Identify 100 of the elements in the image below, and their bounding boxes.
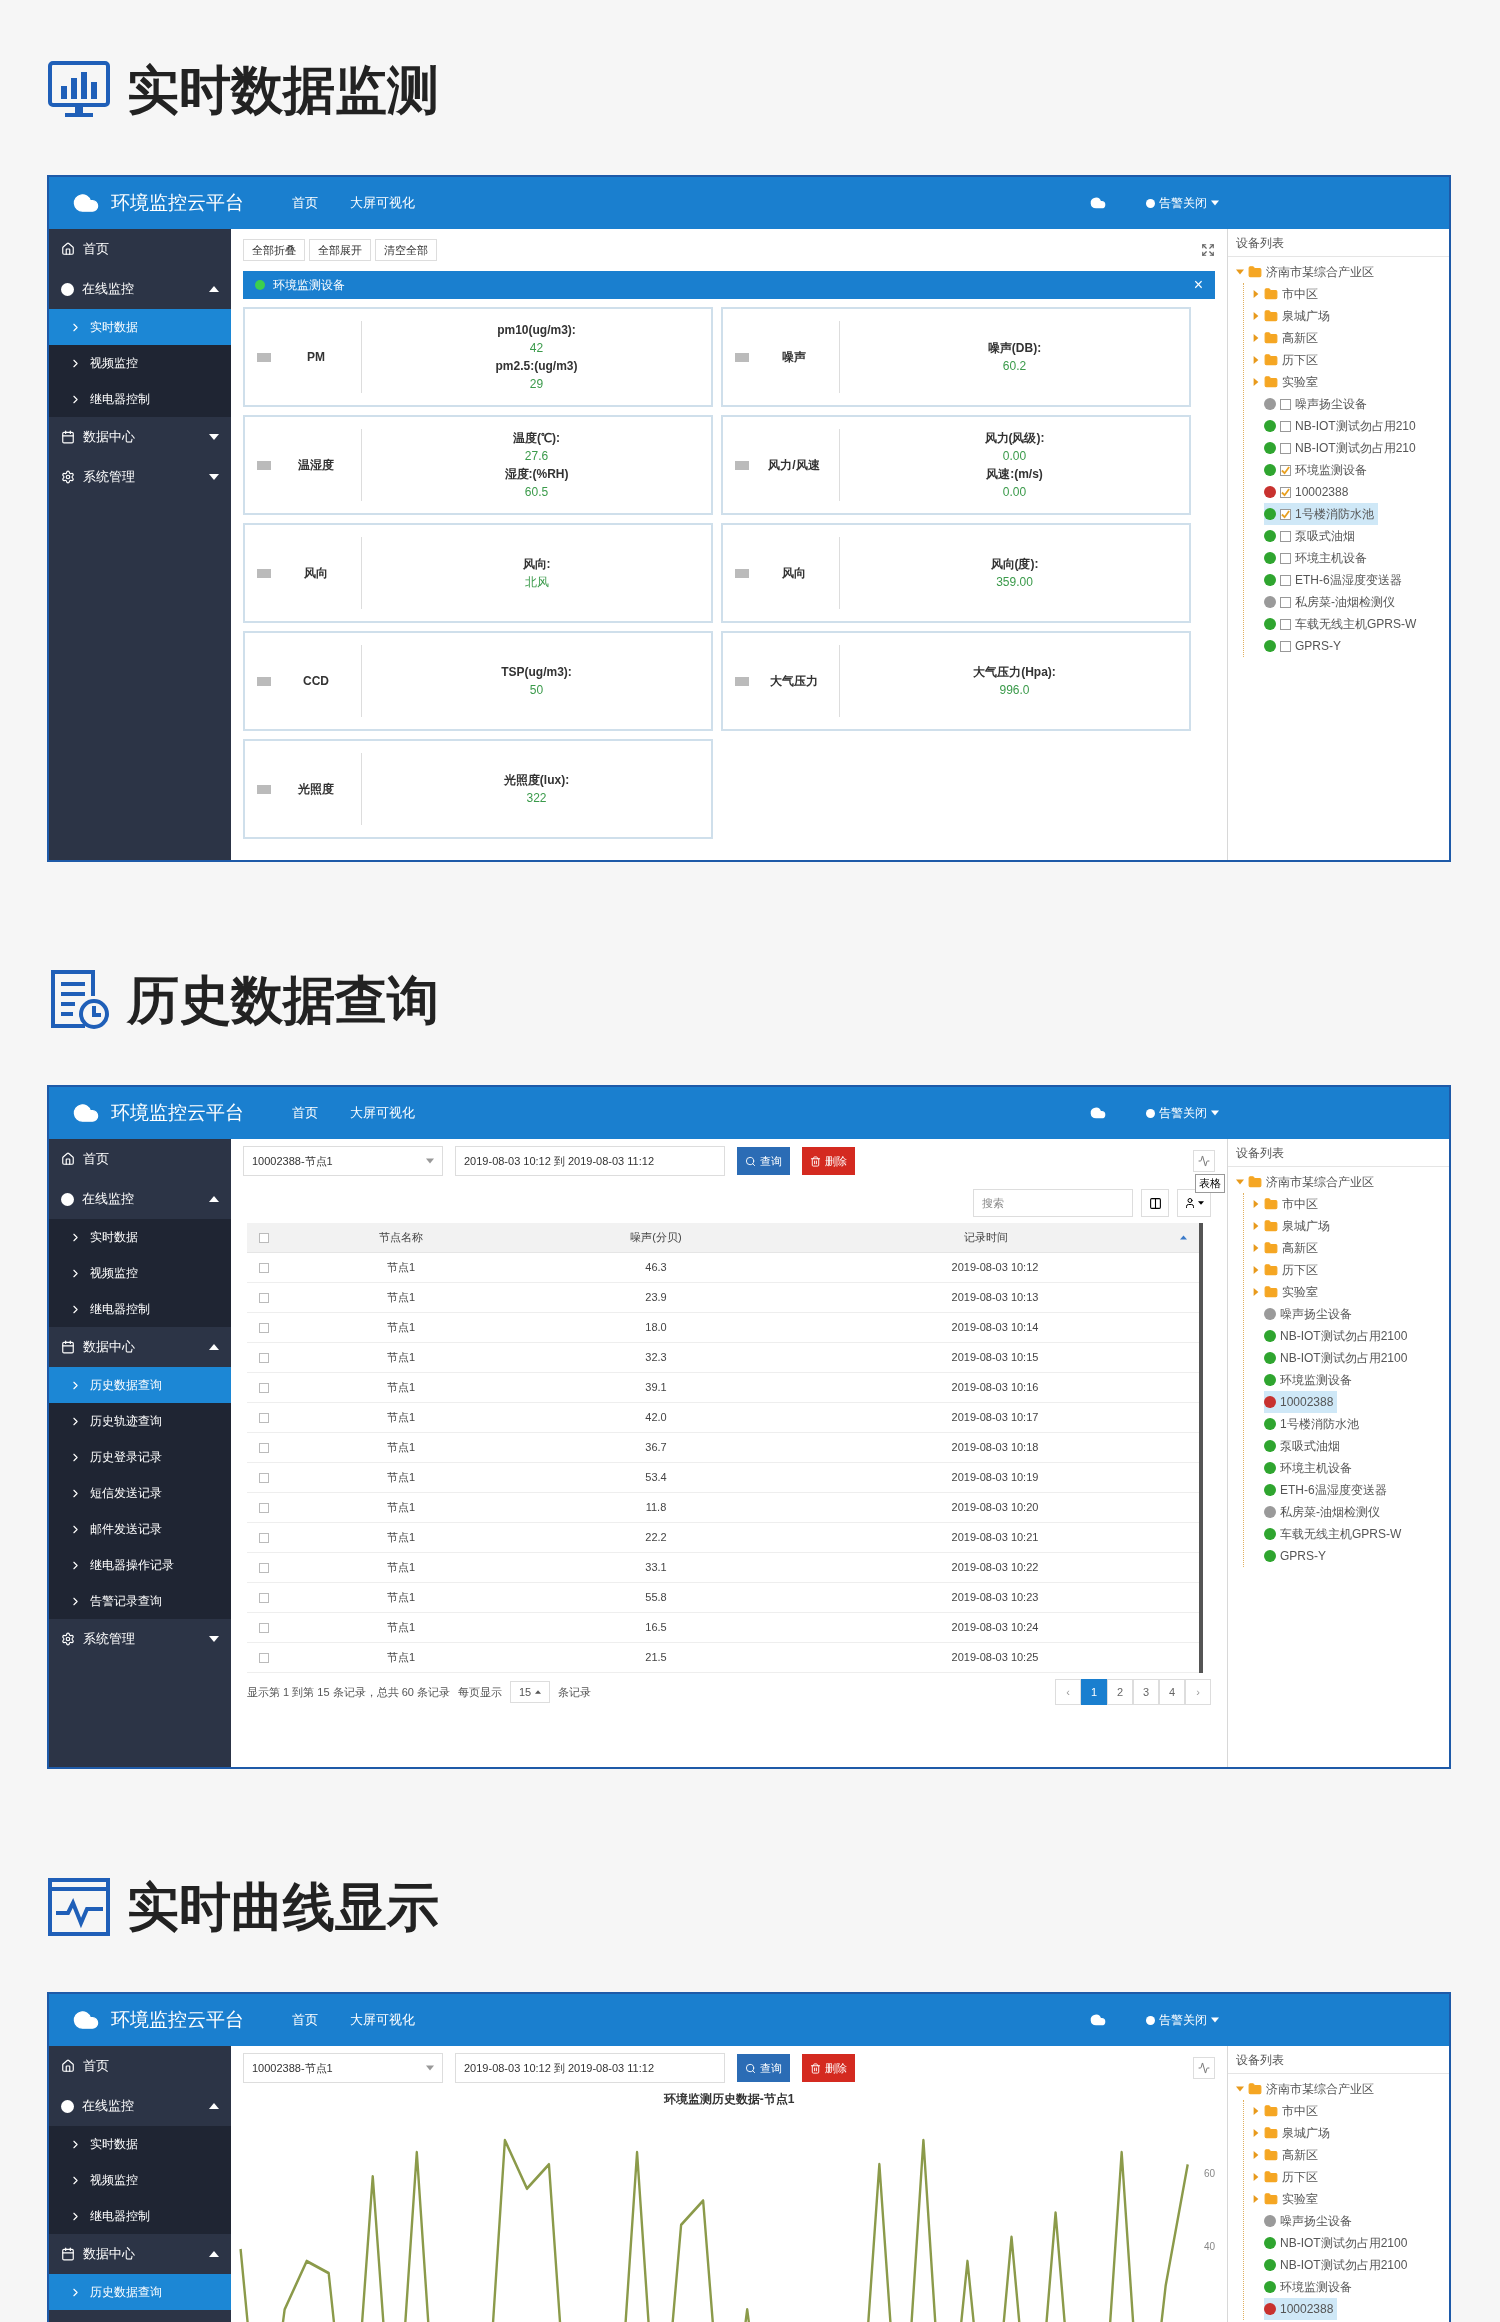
toolbar-button[interactable]: 清空全部 xyxy=(375,239,437,261)
date-range-field[interactable]: 2019-08-03 10:12 到 2019-08-03 11:12 xyxy=(455,1146,725,1176)
tree-node[interactable]: 泵吸式油烟 xyxy=(1264,525,1359,547)
nav-link[interactable]: 首页 xyxy=(292,193,318,213)
tree-node[interactable]: ETH-6温湿度变送器 xyxy=(1264,569,1406,591)
chart-toggle-button[interactable] xyxy=(1193,1150,1215,1172)
tree-node[interactable]: 泉城广场 xyxy=(1252,2122,1449,2144)
tree-node[interactable]: 私房菜-油烟检测仪 xyxy=(1264,1501,1384,1523)
sidebar-subitem[interactable]: 实时数据 xyxy=(49,1219,231,1255)
column-header[interactable]: 噪声(分贝) xyxy=(521,1229,791,1246)
sidebar-subitem[interactable]: 视频监控 xyxy=(49,345,231,381)
tree-node[interactable]: 市中区 xyxy=(1252,2100,1449,2122)
tree-node[interactable]: NB-IOT测试勿占用210 xyxy=(1264,415,1420,437)
tree-node[interactable]: 历下区 xyxy=(1252,2166,1449,2188)
page-size-select[interactable]: 15 xyxy=(509,1681,551,1703)
sidebar-subitem[interactable]: 继电器操作记录 xyxy=(49,1547,231,1583)
sidebar-subitem[interactable]: 实时数据 xyxy=(49,309,231,345)
tree-node[interactable]: 环境监测设备 xyxy=(1264,459,1371,481)
tree-node[interactable]: 济南市某综合产业区 xyxy=(1236,261,1449,283)
nav-link[interactable]: 大屏可视化 xyxy=(350,1103,415,1123)
tree-node[interactable]: NB-IOT测试勿占用2100 xyxy=(1264,1347,1412,1369)
sidebar-item[interactable]: 数据中心 xyxy=(49,2234,231,2274)
tree-node[interactable]: 环境主机设备 xyxy=(1264,1457,1356,1479)
tree-node[interactable]: 历下区 xyxy=(1252,349,1449,371)
page-button[interactable]: 1 xyxy=(1081,1679,1107,1705)
cloud-icon[interactable] xyxy=(1090,2012,1106,2028)
checkbox[interactable] xyxy=(1280,640,1291,652)
tree-node[interactable]: 1号楼消防水池 xyxy=(1264,503,1378,525)
checkbox[interactable] xyxy=(259,1292,269,1303)
tree-node[interactable]: 私房菜-油烟检测仪 xyxy=(1264,591,1399,613)
tree-node[interactable]: 噪声扬尘设备 xyxy=(1264,393,1371,415)
tree-node[interactable]: 泵吸式油烟 xyxy=(1264,1435,1344,1457)
tree-node[interactable]: NB-IOT测试勿占用210 xyxy=(1264,437,1420,459)
nav-link[interactable]: 大屏可视化 xyxy=(350,193,415,213)
tree-node[interactable]: 1号楼消防水池 xyxy=(1264,1413,1363,1435)
tree-node[interactable]: 10002388 xyxy=(1264,1391,1338,1413)
tree-node[interactable]: 高新区 xyxy=(1252,327,1449,349)
export-button[interactable] xyxy=(1177,1189,1211,1217)
tree-node[interactable]: 实验室 xyxy=(1252,371,1449,393)
tree-node[interactable]: GPRS-Y xyxy=(1264,635,1345,657)
tree-node[interactable]: NB-IOT测试勿占用2100 xyxy=(1264,1325,1412,1347)
tree-node[interactable]: GPRS-Y xyxy=(1264,1545,1330,1567)
alarm-dropdown[interactable]: 告警关闭 xyxy=(1146,2011,1219,2029)
checkbox[interactable] xyxy=(259,1382,269,1393)
checkbox[interactable] xyxy=(259,1472,269,1483)
delete-button[interactable]: 删除 xyxy=(802,2054,855,2082)
date-range-field[interactable]: 2019-08-03 10:12 到 2019-08-03 11:12 xyxy=(455,2053,725,2083)
checkbox[interactable] xyxy=(259,1562,269,1573)
sidebar-subitem[interactable]: 实时数据 xyxy=(49,2126,231,2162)
tree-node[interactable]: ETH-6温湿度变送器 xyxy=(1264,1479,1391,1501)
checkbox[interactable] xyxy=(259,1622,269,1633)
sidebar-subitem[interactable]: 历史轨迹查询 xyxy=(49,1403,231,1439)
tree-node[interactable]: NB-IOT测试勿占用2100 xyxy=(1264,2232,1412,2254)
checkbox[interactable] xyxy=(259,1322,269,1333)
sidebar-item[interactable]: 在线监控 xyxy=(49,2086,231,2126)
tree-node[interactable]: 泉城广场 xyxy=(1252,1215,1449,1237)
sidebar-item[interactable]: 数据中心 xyxy=(49,417,231,457)
tree-node[interactable]: 实验室 xyxy=(1252,1281,1449,1303)
tree-node[interactable]: 高新区 xyxy=(1252,1237,1449,1259)
checkbox[interactable] xyxy=(1280,398,1291,410)
checkbox[interactable] xyxy=(1280,442,1291,454)
query-button[interactable]: 查询 xyxy=(737,2054,790,2082)
sidebar-subitem[interactable]: 继电器控制 xyxy=(49,2198,231,2234)
sidebar-subitem[interactable]: 视频监控 xyxy=(49,1255,231,1291)
tree-node[interactable]: 市中区 xyxy=(1252,1193,1449,1215)
checkbox[interactable] xyxy=(1280,420,1291,432)
sidebar-subitem[interactable]: 历史数据查询 xyxy=(49,2274,231,2310)
checkbox[interactable] xyxy=(1280,574,1291,586)
page-button[interactable]: 2 xyxy=(1107,1679,1133,1705)
checkbox[interactable] xyxy=(259,1352,269,1363)
tree-node[interactable]: 车载无线主机GPRS-W xyxy=(1264,1523,1406,1545)
tree-node[interactable]: NB-IOT测试勿占用2100 xyxy=(1264,2254,1412,2276)
sidebar-subitem[interactable]: 历史登录记录 xyxy=(49,1439,231,1475)
tree-node[interactable]: 高新区 xyxy=(1252,2144,1449,2166)
sidebar-subitem[interactable]: 继电器控制 xyxy=(49,381,231,417)
expand-icon[interactable] xyxy=(1201,243,1215,257)
page-button[interactable]: 3 xyxy=(1133,1679,1159,1705)
delete-button[interactable]: 删除 xyxy=(802,1147,855,1175)
cloud-icon[interactable] xyxy=(1090,195,1106,211)
sidebar-item[interactable]: 数据中心 xyxy=(49,1327,231,1367)
checkbox[interactable] xyxy=(259,1442,269,1453)
device-select[interactable]: 10002388-节点1 xyxy=(243,1146,443,1176)
sidebar-item[interactable]: 在线监控 xyxy=(49,269,231,309)
checkbox[interactable] xyxy=(1280,508,1291,520)
tree-node[interactable]: 济南市某综合产业区 xyxy=(1236,1171,1449,1193)
checkbox[interactable] xyxy=(259,1532,269,1543)
sidebar-item[interactable]: 在线监控 xyxy=(49,1179,231,1219)
sidebar-subitem[interactable]: 历史数据查询 xyxy=(49,1367,231,1403)
nav-link[interactable]: 首页 xyxy=(292,2010,318,2030)
search-field[interactable]: 搜索 xyxy=(973,1189,1133,1217)
tree-node[interactable]: 泉城广场 xyxy=(1252,305,1449,327)
checkbox[interactable] xyxy=(259,1502,269,1513)
tree-node[interactable]: 噪声扬尘设备 xyxy=(1264,2210,1356,2232)
tree-node[interactable]: 10002388 xyxy=(1264,481,1353,503)
columns-button[interactable] xyxy=(1141,1189,1169,1217)
toolbar-button[interactable]: 全部折叠 xyxy=(243,239,305,261)
query-button[interactable]: 查询 xyxy=(737,1147,790,1175)
nav-link[interactable]: 首页 xyxy=(292,1103,318,1123)
checkbox[interactable] xyxy=(1280,552,1291,564)
sidebar-subitem[interactable]: 邮件发送记录 xyxy=(49,1511,231,1547)
